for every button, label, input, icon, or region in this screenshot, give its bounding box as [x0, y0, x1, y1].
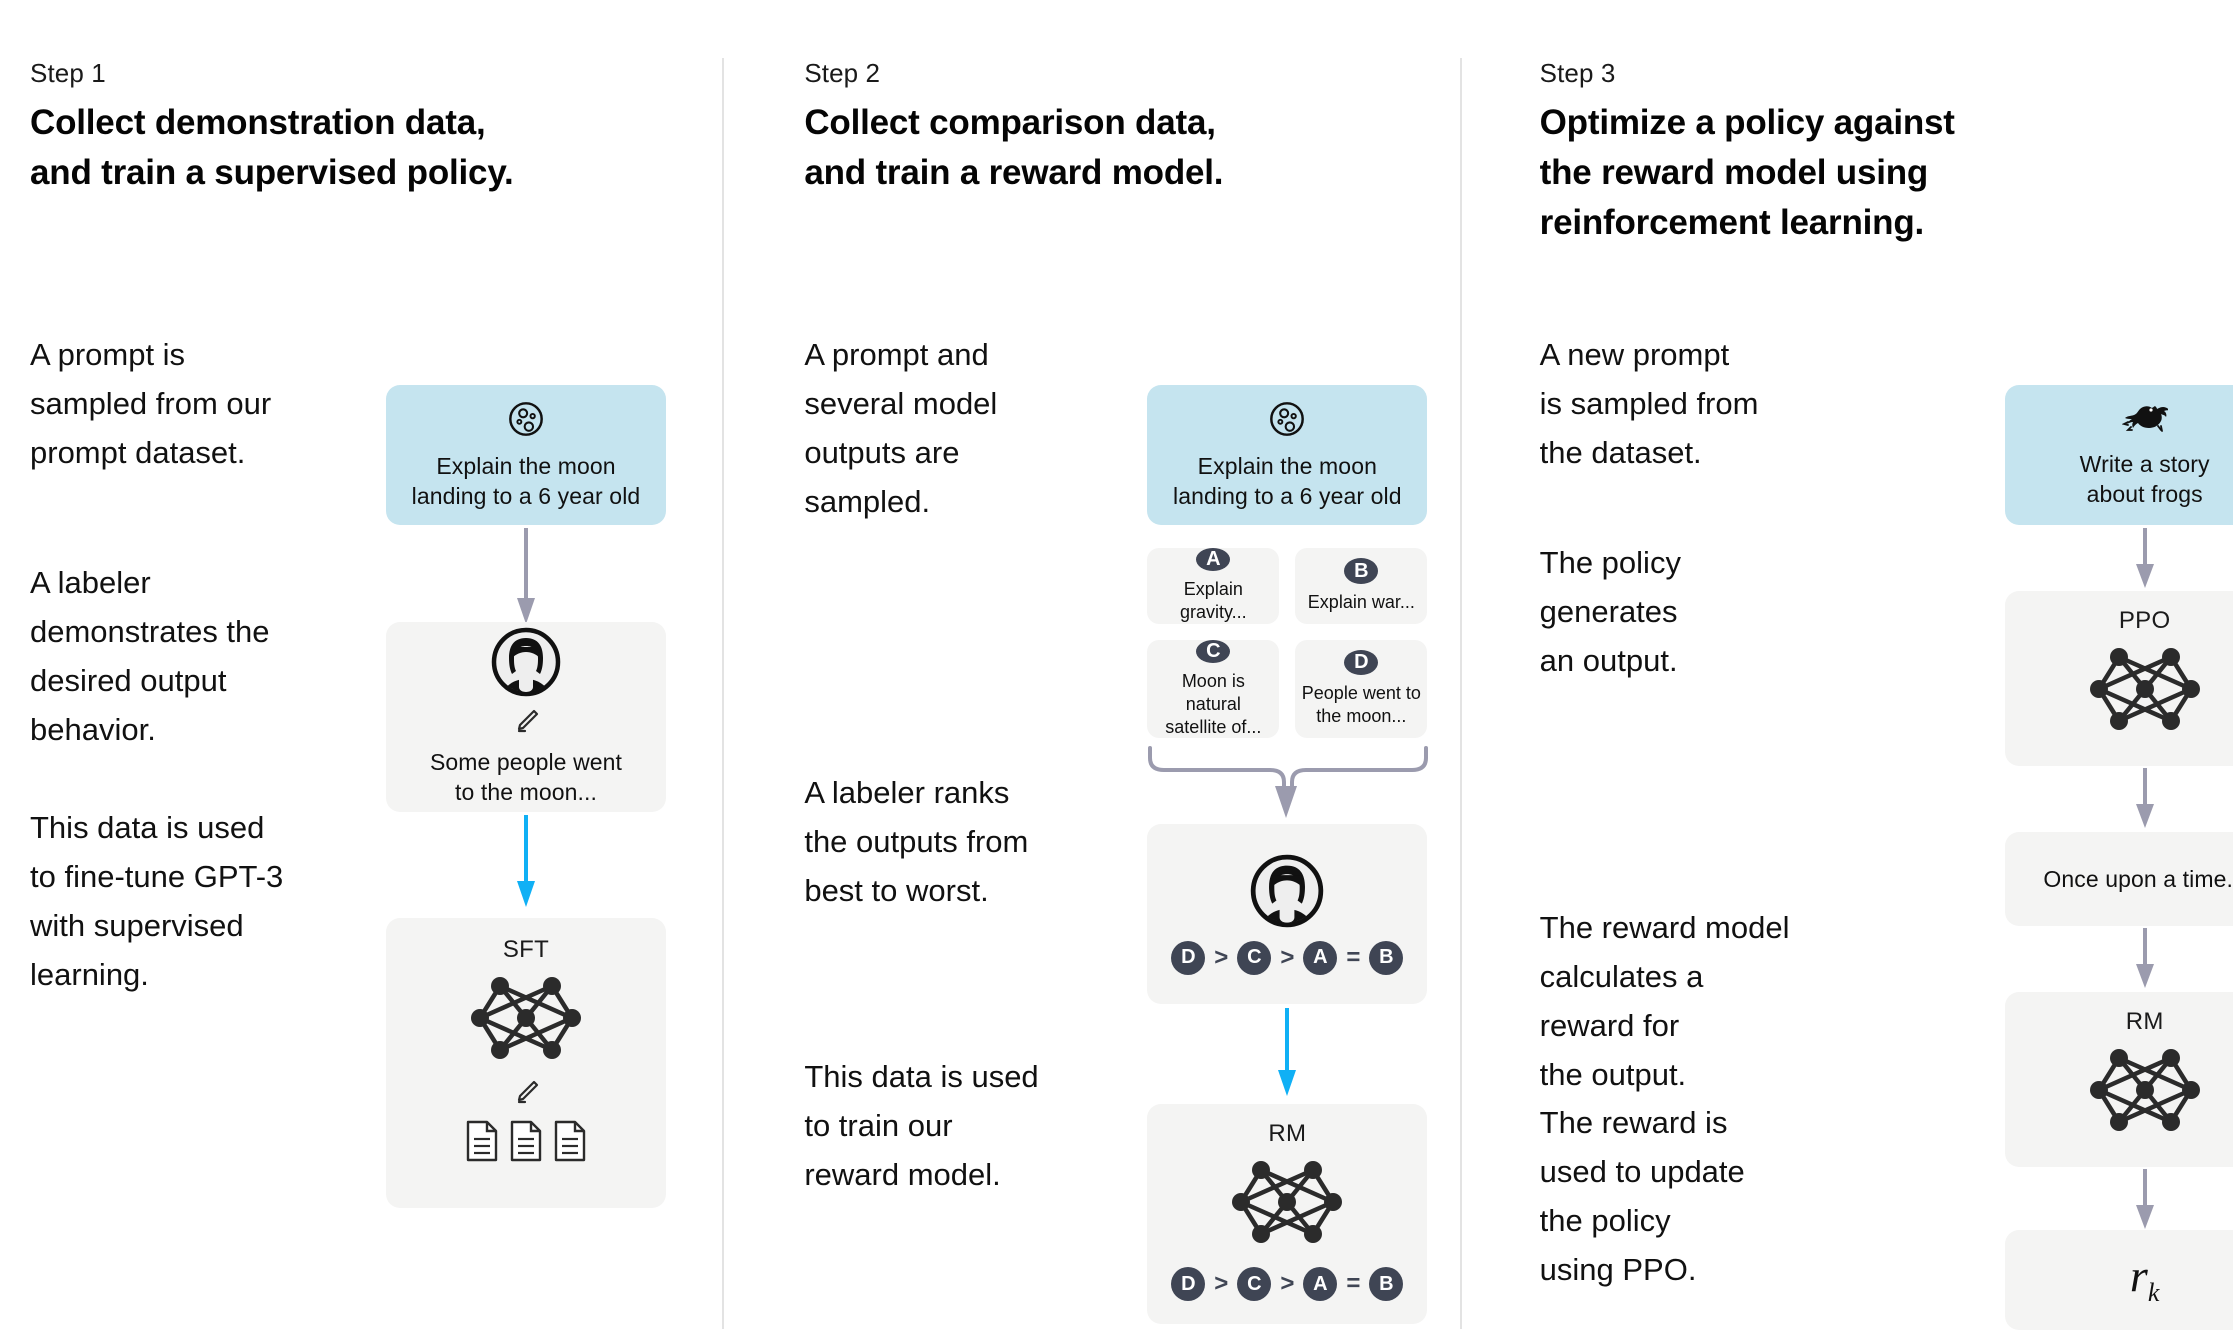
step-3-label: Step 3 [1539, 58, 1616, 88]
ppo-card-title: PPO [2118, 607, 2171, 634]
rank-badge-4: B [1369, 940, 1404, 975]
pencil-icon [511, 1077, 541, 1112]
rank-op-1: > [1214, 1270, 1229, 1297]
step-2-description-3: This data is used to train our reward mo… [804, 1059, 1039, 1192]
reward-value-card[interactable]: rk [2004, 1230, 2233, 1330]
ranking-card[interactable]: D > C > A = B [1147, 824, 1428, 1004]
sft-card-title: SFT [502, 936, 550, 963]
column-divider-1 [722, 58, 724, 1329]
prompt-card-text: Explain the moon landing to a 6 year old [1173, 452, 1402, 509]
reward-model-card[interactable]: RM [2004, 992, 2233, 1167]
rank-badge-4: B [1369, 1267, 1404, 1301]
badge-d: D [1344, 650, 1379, 675]
arrow-brace-outputs-to-ranking [1148, 746, 1429, 818]
frog-icon [2121, 402, 2170, 441]
step-2-description-1: A prompt and several model outputs are s… [804, 337, 998, 519]
arrow-prompt-to-ppo [2135, 528, 2154, 588]
step-2-label: Step 2 [804, 58, 881, 88]
prompt-card[interactable]: Write a story about frogs [2004, 385, 2233, 525]
step-2-title: Collect comparison data, and train a rew… [804, 103, 1224, 192]
labeler-output-card[interactable]: Some people went to the moon... [386, 622, 666, 812]
step-3-column: Step 3 Optimize a policy against the rew… [1489, 0, 2233, 1341]
output-d-text: People went to the moon... [1301, 683, 1421, 726]
output-card-d[interactable]: D People went to the moon... [1295, 640, 1428, 738]
generated-output-card[interactable]: Once upon a time... [2004, 832, 2233, 926]
step-3-description-3: The reward model calculates a reward for… [1539, 910, 1790, 1092]
badge-c: C [1196, 639, 1231, 663]
prompt-card[interactable]: Explain the moon landing to a 6 year old [386, 385, 666, 525]
step-1-label: Step 1 [30, 58, 106, 88]
arrow-prompt-to-labeler [517, 528, 535, 624]
output-card-b[interactable]: B Explain war... [1295, 548, 1428, 624]
step-3-description-2: The policy generates an output. [1539, 545, 1681, 678]
rm-card-title: RM [1268, 1120, 1307, 1147]
ranking-row: D > C > A = B [1171, 940, 1404, 975]
ranking-row: D > C > A = B [1171, 1267, 1404, 1301]
output-b-text: Explain war... [1307, 592, 1415, 612]
prompt-card-text: Explain the moon landing to a 6 year old [411, 452, 641, 509]
person-icon [491, 627, 561, 702]
arrow-ranking-to-rm [1278, 1008, 1297, 1096]
step-1-description-3: This data is used to fine-tune GPT-3 wit… [30, 810, 284, 992]
output-c-text: Moon is natural satellite of... [1165, 670, 1262, 737]
moon-icon [507, 400, 545, 443]
documents-icon [465, 1120, 587, 1162]
labeler-output-text: Some people went to the moon... [429, 749, 623, 805]
rank-badge-3: A [1303, 940, 1338, 975]
rank-badge-1: D [1171, 940, 1206, 975]
output-card-c[interactable]: C Moon is natural satellite of... [1147, 639, 1280, 738]
arrow-output-to-rm [2135, 928, 2154, 988]
output-a-text: Explain gravity... [1179, 579, 1247, 622]
rlhf-diagram: Step 1 Collect demonstration data, and t… [0, 0, 2233, 1341]
step-1-description-2: A labeler demonstrates the desired outpu… [30, 565, 270, 747]
step-3-description-4: The reward is used to update the policy … [1539, 1105, 1745, 1287]
reward-model-card[interactable]: RM [1147, 1104, 1428, 1324]
badge-a: A [1196, 548, 1231, 571]
rank-badge-2: C [1237, 940, 1272, 975]
reward-symbol: rk [2129, 1250, 2160, 1308]
rank-badge-2: C [1237, 1267, 1272, 1301]
step-3-title: Optimize a policy against the reward mod… [1539, 103, 1955, 242]
rank-op-2: > [1280, 1270, 1295, 1297]
step-1-column: Step 1 Collect demonstration data, and t… [0, 0, 744, 1341]
neural-network-icon [1227, 1154, 1347, 1255]
neural-network-icon [2085, 1042, 2205, 1143]
rank-op-3: = [1346, 943, 1361, 971]
neural-network-icon [466, 970, 586, 1071]
rank-badge-3: A [1303, 1267, 1338, 1301]
rank-op-1: > [1214, 943, 1229, 971]
pencil-icon [511, 706, 541, 741]
output-card-a[interactable]: A Explain gravity... [1147, 548, 1280, 624]
step-1-title: Collect demonstration data, and train a … [30, 103, 514, 192]
step-2-description-2: A labeler ranks the outputs from best to… [804, 775, 1029, 908]
rm-card-title: RM [2125, 1008, 2164, 1035]
column-divider-2 [1460, 58, 1462, 1329]
prompt-card-text: Write a story about frogs [2079, 450, 2210, 507]
arrow-ppo-to-output [2135, 768, 2154, 828]
neural-network-icon [2085, 641, 2205, 742]
sft-model-card[interactable]: SFT [386, 918, 666, 1208]
arrow-rm-to-reward [2135, 1169, 2154, 1229]
generated-output-text: Once upon a time... [2043, 866, 2233, 892]
rank-op-2: > [1280, 943, 1295, 971]
step-2-column: Step 2 Collect comparison data, and trai… [744, 0, 1488, 1341]
step-3-description-1: A new prompt is sampled from the dataset… [1539, 337, 1759, 470]
badge-b: B [1344, 558, 1379, 584]
rank-op-3: = [1346, 1270, 1361, 1297]
prompt-card[interactable]: Explain the moon landing to a 6 year old [1147, 385, 1428, 525]
ppo-policy-card[interactable]: PPO [2004, 591, 2233, 766]
moon-icon [1268, 400, 1306, 443]
arrow-labeler-to-sft [517, 815, 535, 907]
step-1-description-1: A prompt is sampled from our prompt data… [30, 337, 272, 470]
rank-badge-1: D [1171, 1267, 1206, 1301]
person-icon [1250, 854, 1324, 933]
